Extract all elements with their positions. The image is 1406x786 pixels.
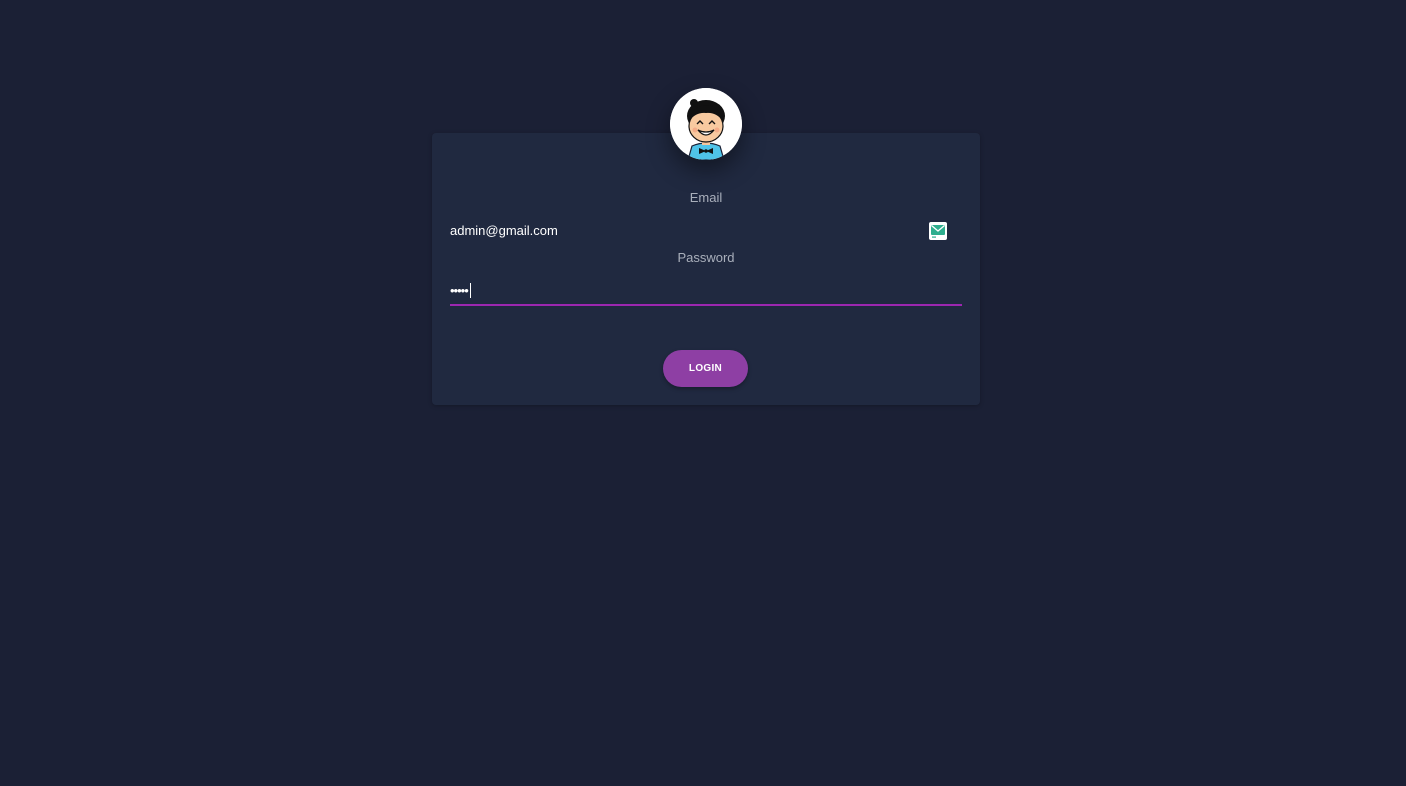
email-label: Email <box>689 190 723 205</box>
password-label: Password <box>677 250 735 265</box>
mail-icon <box>929 222 947 240</box>
password-input-value[interactable]: ••••• <box>450 277 471 305</box>
password-mask: ••••• <box>450 283 469 298</box>
email-input-value[interactable]: admin@gmail.com <box>450 217 558 245</box>
avatar-cartoon-boy-icon <box>670 88 742 160</box>
email-field[interactable]: admin@gmail.com <box>450 217 962 245</box>
login-page: Email admin@gmail.com Password ••••• LOG… <box>0 0 1406 786</box>
login-card: Email admin@gmail.com Password ••••• LOG… <box>432 133 980 405</box>
password-field[interactable]: ••••• <box>450 277 962 306</box>
text-caret <box>469 283 471 299</box>
login-button[interactable]: LOGIN <box>663 350 748 387</box>
password-focus-underline <box>450 304 962 306</box>
